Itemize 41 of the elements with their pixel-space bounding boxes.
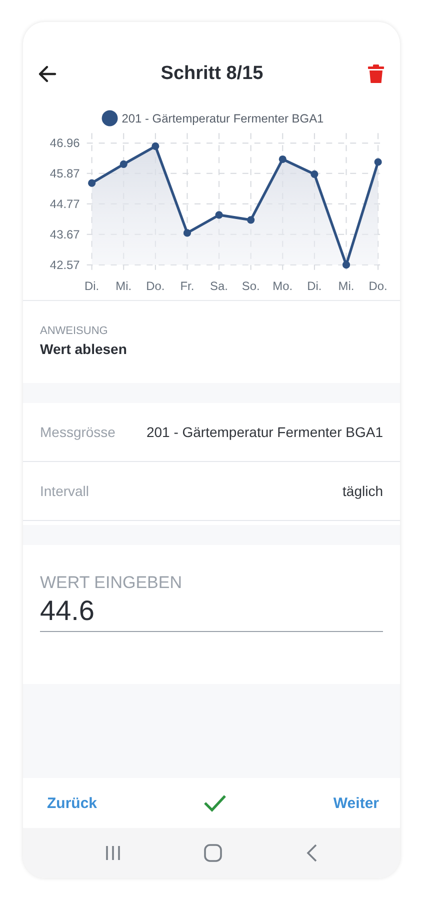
y-axis-label: 43.67 xyxy=(50,227,80,242)
instruction-label: ANWEISUNG xyxy=(40,325,109,337)
instruction-text: Wert ablesen xyxy=(40,341,128,357)
x-axis-label: Do. xyxy=(146,278,165,293)
y-axis-label: 42.57 xyxy=(50,258,80,272)
next-button[interactable]: Weiter xyxy=(329,792,383,814)
value-input-field[interactable]: 44.6 xyxy=(40,593,383,632)
data-point xyxy=(215,211,223,219)
back-button[interactable]: Zurück xyxy=(43,792,102,814)
x-axis-label: So. xyxy=(242,278,260,293)
data-point xyxy=(247,216,255,224)
screen-title: Schritt 8/15 xyxy=(160,63,264,85)
x-axis-label: Mo. xyxy=(272,278,293,293)
y-axis-label: 44.77 xyxy=(50,196,80,211)
x-axis-label: Fr. xyxy=(180,278,194,293)
detail-label: Intervall xyxy=(40,483,90,499)
y-axis-label: 46.96 xyxy=(50,136,80,150)
data-point xyxy=(374,158,382,166)
y-axis-label: 45.87 xyxy=(50,166,80,180)
data-point xyxy=(152,142,160,150)
data-point xyxy=(342,261,350,269)
x-axis-label: Do. xyxy=(368,278,388,293)
trash-icon[interactable] xyxy=(365,62,387,86)
recent-apps-icon[interactable] xyxy=(104,845,121,861)
detail-label: Messgrösse xyxy=(40,424,116,440)
home-icon[interactable] xyxy=(204,844,222,862)
data-point xyxy=(278,155,286,164)
data-point xyxy=(120,160,128,168)
data-point xyxy=(88,179,96,187)
data-point xyxy=(310,170,318,178)
input-label: WERT EINGEBEN xyxy=(40,573,184,593)
x-axis-label: Sa. xyxy=(210,278,228,293)
data-point xyxy=(183,229,192,237)
x-axis-label: Di. xyxy=(84,278,100,293)
x-axis-label: Mi. xyxy=(338,278,354,293)
legend-label: 201 - Gärtemperatur Fermenter BGA1 xyxy=(122,112,324,126)
detail-value: 201 - Gärtemperatur Fermenter BGA1 xyxy=(146,424,383,440)
back-icon[interactable] xyxy=(306,844,318,862)
x-axis-label: Di. xyxy=(307,278,322,293)
detail-value: täglich xyxy=(342,483,383,499)
x-axis-label: Mi. xyxy=(116,278,132,293)
